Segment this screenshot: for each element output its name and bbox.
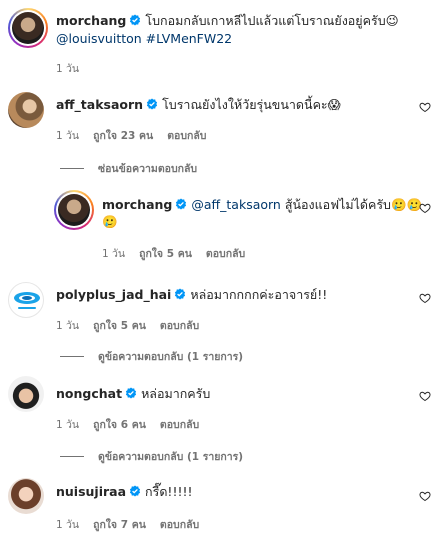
commenter-avatar[interactable]: [8, 282, 44, 318]
comment-3-username[interactable]: nongchat: [56, 386, 122, 401]
comment-3-text: หล่อมากครับ: [141, 386, 211, 401]
post-timestamp: 1 วัน: [56, 63, 80, 75]
post-author-username[interactable]: morchang: [56, 13, 126, 28]
reply-1: morchang @aff_taksaorn สู้น้องแอฟไม่ได้คร…: [102, 196, 422, 214]
comment-2-username[interactable]: polyplus_jad_hai: [56, 287, 171, 302]
polyplus-logo-icon: [14, 292, 40, 309]
comment-1-likes[interactable]: ถูกใจ 23 คน: [93, 130, 153, 142]
verified-badge-icon: [129, 485, 141, 497]
view-replies-toggle[interactable]: ดูข้อความตอบกลับ (1 รายการ): [60, 448, 243, 465]
verified-badge-icon: [130, 14, 141, 26]
verified-badge-icon: [125, 387, 137, 399]
reply-author-avatar[interactable]: [54, 190, 94, 230]
comment-3: nongchat หล่อมากครับ: [56, 385, 210, 403]
commenter-avatar[interactable]: [8, 92, 44, 128]
like-heart-icon[interactable]: [419, 490, 431, 502]
comment-4-text: กรี๊ด!!!!!: [145, 484, 193, 499]
like-heart-icon[interactable]: [419, 202, 431, 214]
comment-3-time: 1 วัน: [56, 419, 80, 431]
comment-3-meta: 1 วัน ถูกใจ 6 คน ตอบกลับ: [56, 416, 213, 433]
like-heart-icon[interactable]: [419, 292, 431, 304]
comment-2-time: 1 วัน: [56, 320, 80, 332]
reply-1-mention[interactable]: @aff_taksaorn: [191, 197, 280, 212]
verified-badge-icon: [146, 98, 158, 110]
divider: [60, 456, 84, 457]
commenter-avatar[interactable]: [8, 478, 44, 514]
like-heart-icon[interactable]: [419, 101, 431, 113]
comment-2: polyplus_jad_hai หล่อมากกกกค่ะอาจารย์!!: [56, 286, 327, 304]
post-caption-text: โบกอมกลับเกาหลีไปแล้วแต่โบราณยังอยู่ครับ…: [145, 13, 399, 28]
comment-1-username[interactable]: aff_taksaorn: [56, 97, 143, 112]
comment-3-likes[interactable]: ถูกใจ 6 คน: [93, 419, 146, 431]
comment-4-reply-button[interactable]: ตอบกลับ: [160, 519, 199, 531]
post-caption: morchang โบกอมกลับเกาหลีไปแล้วแต่โบราณยัง…: [56, 12, 399, 30]
comment-1-reply-button[interactable]: ตอบกลับ: [167, 130, 206, 142]
reply-1-likes[interactable]: ถูกใจ 5 คน: [139, 248, 192, 260]
comment-1-meta: 1 วัน ถูกใจ 23 คน ตอบกลับ: [56, 127, 220, 144]
divider: [60, 168, 84, 169]
divider: [60, 356, 84, 357]
comment-3-reply-button[interactable]: ตอบกลับ: [160, 419, 199, 431]
comment-1-time: 1 วัน: [56, 130, 80, 142]
comment-1-text: โบราณยังไงให้วัยรุ่นขนาดนี้คะ😱: [162, 97, 341, 112]
comment-1: aff_taksaorn โบราณยังไงให้วัยรุ่นขนาดนี้ค…: [56, 96, 341, 114]
comment-2-reply-button[interactable]: ตอบกลับ: [160, 320, 199, 332]
view-replies-toggle[interactable]: ดูข้อความตอบกลับ (1 รายการ): [60, 348, 243, 365]
comment-4-username[interactable]: nuisujiraa: [56, 484, 126, 499]
reply-1-reply-button[interactable]: ตอบกลับ: [206, 248, 245, 260]
post-caption-tags[interactable]: @louisvuitton #LVMenFW22: [56, 30, 232, 48]
reply-1-meta: 1 วัน ถูกใจ 5 คน ตอบกลับ: [102, 245, 259, 262]
comment-2-text: หล่อมากกกกค่ะอาจารย์!!: [190, 287, 328, 302]
reply-1-username[interactable]: morchang: [102, 197, 172, 212]
commenter-avatar[interactable]: [8, 376, 44, 412]
post-author-avatar[interactable]: [8, 8, 48, 48]
hide-replies-toggle[interactable]: ซ่อนข้อความตอบกลับ: [60, 160, 197, 177]
reply-1-text-cont: 🥲: [102, 214, 118, 229]
verified-badge-icon: [175, 288, 186, 300]
verified-badge-icon: [176, 198, 187, 210]
comment-4: nuisujiraa กรี๊ด!!!!!: [56, 483, 193, 501]
like-heart-icon[interactable]: [419, 390, 431, 402]
comment-4-likes[interactable]: ถูกใจ 7 คน: [93, 519, 146, 531]
comment-2-likes[interactable]: ถูกใจ 5 คน: [93, 320, 146, 332]
reply-1-time: 1 วัน: [102, 248, 126, 260]
comment-4-meta: 1 วัน ถูกใจ 7 คน ตอบกลับ: [56, 516, 213, 533]
comment-4-time: 1 วัน: [56, 519, 80, 531]
comment-2-meta: 1 วัน ถูกใจ 5 คน ตอบกลับ: [56, 317, 213, 334]
reply-1-text: สู้น้องแอฟไม่ได้ครับ🥲🥲: [284, 197, 423, 212]
